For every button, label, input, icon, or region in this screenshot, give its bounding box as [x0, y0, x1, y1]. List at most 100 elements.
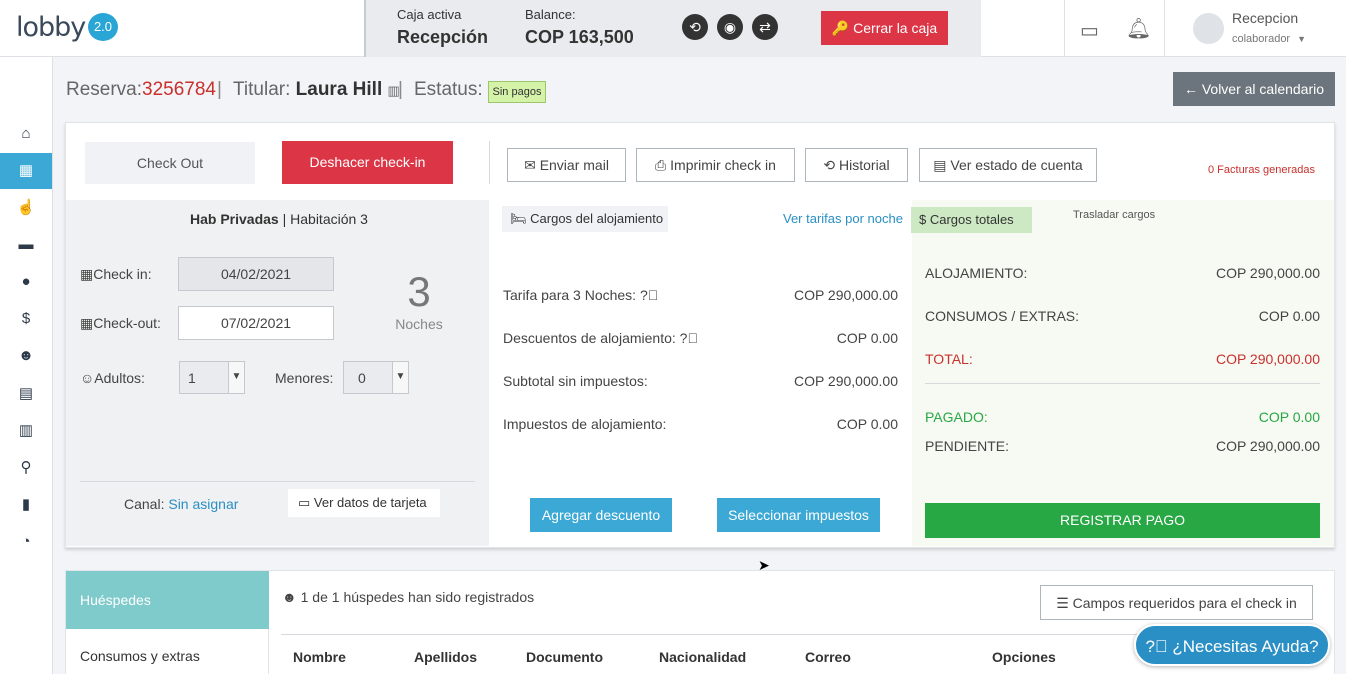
- channel-group: Canal: Sin asignar: [124, 496, 238, 512]
- cashbox-active-label: Caja activa: [397, 7, 462, 22]
- user-role-label: colaborador: [1232, 33, 1291, 45]
- map-marker-icon[interactable]: ●: [0, 264, 52, 300]
- hand-pointer-icon[interactable]: ☝: [0, 190, 52, 226]
- cashbox-active-value: Recepción: [397, 27, 489, 47]
- charge-row-value: COP 290,000.00: [793, 373, 898, 389]
- print-checkin-button[interactable]: ⎙ Imprimir check in: [636, 148, 795, 182]
- bar-chart-icon[interactable]: ▮: [0, 487, 52, 523]
- calendar-icon[interactable]: ▦: [0, 153, 52, 189]
- charge-row-value: COP 0.00: [836, 416, 898, 432]
- top-bar: lobby 2.0 Caja activa Recepción Balance:…: [0, 0, 1346, 57]
- pie-chart-icon[interactable]: ◔: [0, 524, 52, 560]
- column-header: Documento: [526, 649, 603, 665]
- print-icon: ⎙: [655, 157, 667, 173]
- required-fields-button[interactable]: ☰ Campos requeridos para el check in: [1040, 585, 1313, 620]
- account-state-button[interactable]: ▤ Ver estado de cuenta: [919, 148, 1097, 182]
- room-name: Habitación 3: [290, 211, 368, 227]
- lodging-charges-label: Cargos del alojamiento: [530, 211, 664, 226]
- divider: [80, 481, 475, 482]
- home-icon[interactable]: ⌂: [0, 116, 52, 152]
- checkout-label: Check-out:: [93, 315, 161, 331]
- history-button[interactable]: ⟲ Historial: [805, 148, 908, 182]
- select-taxes-button[interactable]: Seleccionar impuestos: [717, 498, 880, 532]
- guests-registered: ☻ 1 de 1 húspedes han sido registrados: [282, 589, 534, 605]
- undo-checkin-button[interactable]: Deshacer check-in: [282, 141, 453, 184]
- back-to-calendar-button[interactable]: ← Volver al calendario: [1173, 72, 1335, 106]
- status-badge: Sin pagos: [488, 81, 546, 103]
- archive-icon[interactable]: ▬: [0, 227, 52, 263]
- status-label: Estatus:: [414, 79, 483, 100]
- paid-label: PAGADO:: [925, 409, 988, 425]
- transfer-charges-link[interactable]: Trasladar cargos: [1073, 209, 1155, 221]
- calendar-icon: ▦: [80, 315, 94, 331]
- charge-row-label: Subtotal sin impuestos:: [503, 373, 648, 389]
- lodging-charges-tab[interactable]: 🛏︎ Cargos del alojamiento: [502, 206, 668, 232]
- adults-select[interactable]: 1 ▼: [179, 361, 245, 394]
- mouse-cursor-icon: ➤: [758, 557, 770, 573]
- arrow-left-icon: ←: [1183, 81, 1198, 97]
- totals-panel: [912, 200, 1334, 546]
- divider: [925, 383, 1320, 384]
- divider: [489, 141, 490, 184]
- send-mail-button[interactable]: ✉ Enviar mail: [507, 148, 626, 182]
- bell-icon[interactable]: 🔔︎: [1126, 16, 1151, 41]
- list-icon: ☰: [1056, 595, 1069, 611]
- history-icon[interactable]: ⟲: [682, 14, 708, 40]
- card-data-button[interactable]: ▭ Ver datos de tarjeta: [288, 489, 440, 517]
- channel-link[interactable]: Sin asignar: [168, 496, 238, 512]
- dollar-icon[interactable]: $: [0, 301, 52, 337]
- checkin-label-group: ▦Check in:: [80, 266, 152, 283]
- invoices-count[interactable]: 0 Facturas generadas: [1208, 164, 1315, 176]
- column-header: Opciones: [992, 649, 1056, 665]
- add-discount-button[interactable]: Agregar descuento: [530, 498, 672, 532]
- nights-count: 3: [407, 268, 431, 315]
- chevron-down-icon: ▼: [228, 362, 244, 393]
- search-icon[interactable]: ⚲: [0, 450, 52, 486]
- required-fields-label: Campos requeridos para el check in: [1072, 595, 1297, 611]
- users-icon[interactable]: ☻: [0, 338, 52, 374]
- tab-extras[interactable]: Consumos y extras: [66, 629, 269, 674]
- history-icon: ⟲: [823, 157, 836, 173]
- dollar-circle-icon: $: [919, 212, 927, 227]
- adults-label-group: ☺Adultos:: [80, 370, 145, 386]
- send-mail-label: Enviar mail: [539, 157, 609, 173]
- card-data-label: Ver datos de tarjeta: [313, 495, 427, 510]
- minors-label: Menores:: [275, 370, 334, 386]
- transfer-icon[interactable]: ⇄: [752, 14, 778, 40]
- checkout-button[interactable]: Check Out: [85, 142, 255, 184]
- column-header: Correo: [805, 649, 851, 665]
- rates-per-night-link[interactable]: Ver tarifas por noche: [783, 211, 903, 226]
- user-name[interactable]: Recepcion: [1232, 10, 1298, 26]
- close-cashbox-button[interactable]: 🔑 Cerrar la caja: [821, 11, 948, 45]
- nights-label: Noches: [395, 316, 443, 332]
- holder-name[interactable]: Laura Hill: [296, 79, 383, 100]
- guests-registered-text: 1 de 1 húspedes han sido registrados: [300, 589, 535, 605]
- question-icon[interactable]: ?⃝: [640, 287, 658, 303]
- app-logo[interactable]: lobby: [16, 12, 86, 43]
- charge-label: Tarifa para 3 Noches:: [503, 287, 637, 303]
- tab-guests[interactable]: Huéspedes: [66, 571, 269, 629]
- history-label: Historial: [839, 157, 890, 173]
- reservation-label: Reserva:: [66, 79, 143, 100]
- question-icon[interactable]: ?⃝: [680, 330, 698, 346]
- pending-label: PENDIENTE:: [925, 438, 1010, 454]
- total-charges-tab[interactable]: $ Cargos totales: [911, 207, 1032, 233]
- separator: |: [217, 79, 222, 100]
- minors-select[interactable]: 0 ▼: [343, 361, 409, 394]
- column-header: Nacionalidad: [659, 649, 747, 665]
- adults-label: Adultos:: [94, 370, 145, 386]
- eye-icon[interactable]: ◉: [717, 14, 743, 40]
- address-book-icon[interactable]: ▤: [0, 376, 52, 412]
- balance-label: Balance:: [525, 7, 576, 22]
- user-circle-icon: ☺: [80, 370, 95, 386]
- clipboard-icon[interactable]: ▥: [0, 413, 52, 449]
- reservation-number: 3256784: [142, 79, 216, 100]
- help-button[interactable]: ?⃝ ¿Necesitas Ayuda?: [1134, 624, 1330, 666]
- version-badge: 2.0: [88, 13, 118, 41]
- register-payment-button[interactable]: REGISTRAR PAGO: [925, 503, 1320, 538]
- avatar[interactable]: [1193, 13, 1224, 44]
- chat-icon[interactable]: ▭: [1080, 18, 1099, 43]
- holder-label: Titular:: [233, 79, 291, 100]
- checkout-date-field[interactable]: 07/02/2021: [178, 306, 334, 340]
- user-role[interactable]: colaborador ▼: [1232, 33, 1306, 45]
